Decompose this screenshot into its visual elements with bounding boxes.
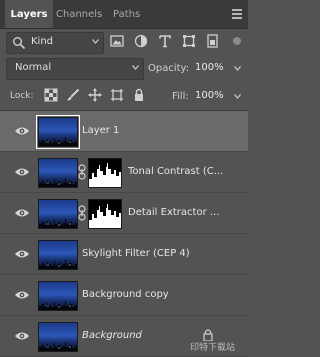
tab-channels[interactable]: Channels xyxy=(56,0,102,28)
lock-image-pixels-icon[interactable] xyxy=(66,88,80,102)
layer-thumbnail[interactable] xyxy=(38,199,78,229)
chevron-down-icon xyxy=(234,66,241,71)
visibility-eye-icon[interactable] xyxy=(14,125,30,137)
search-icon xyxy=(13,37,26,50)
lock-all-icon[interactable] xyxy=(132,88,146,102)
layer-thumbnail[interactable] xyxy=(38,322,78,352)
visibility-eye-icon[interactable] xyxy=(14,166,30,178)
layer-thumbnail[interactable] xyxy=(38,281,78,311)
chevron-down-icon xyxy=(92,39,99,44)
layer-name[interactable]: Background xyxy=(82,330,142,341)
layer-name[interactable]: Background copy xyxy=(82,289,169,300)
lock-artboard-icon[interactable] xyxy=(110,88,124,102)
filter-toggle-icon[interactable] xyxy=(230,34,244,48)
lock-transparent-pixels-icon[interactable] xyxy=(44,88,58,102)
chevron-down-icon xyxy=(132,65,139,70)
mask-link-icon[interactable] xyxy=(78,164,86,180)
opacity-label: Opacity: xyxy=(148,63,190,74)
layer-name[interactable]: Tonal Contrast (C... xyxy=(128,166,223,177)
watermark: 印特下载站 xyxy=(190,343,236,353)
panel-tab-bar: Layers Channels Paths xyxy=(0,0,248,29)
filter-kind-dropdown[interactable]: Kind xyxy=(6,32,104,54)
fill-value: 100% xyxy=(195,90,224,101)
adjustment-filter-icon[interactable] xyxy=(134,34,148,48)
fill-field[interactable]: 100% xyxy=(193,87,241,105)
layer-mask-thumbnail[interactable] xyxy=(88,158,122,188)
layer-row[interactable]: Detail Extractor ... xyxy=(0,193,248,234)
opacity-field[interactable]: 100% xyxy=(193,59,241,77)
lock-position-icon[interactable] xyxy=(88,88,102,102)
blend-mode-dropdown[interactable]: Normal xyxy=(6,58,144,80)
mask-link-icon[interactable] xyxy=(78,205,86,221)
opacity-value: 100% xyxy=(195,62,224,73)
chevron-down-icon xyxy=(234,94,241,99)
layers-panel: Layers Channels Paths Kind Normal Opacit… xyxy=(0,0,248,357)
shape-filter-icon[interactable] xyxy=(182,34,196,48)
visibility-eye-icon[interactable] xyxy=(14,289,30,301)
panel-menu-icon[interactable] xyxy=(232,8,242,19)
layer-thumbnail[interactable] xyxy=(36,115,80,149)
blend-mode-value: Normal xyxy=(15,62,52,73)
fill-label: Fill: xyxy=(172,91,189,102)
layer-thumbnail[interactable] xyxy=(38,158,78,188)
filter-type-icons xyxy=(108,32,244,52)
layer-name[interactable]: Layer 1 xyxy=(82,125,119,136)
layer-name[interactable]: Detail Extractor ... xyxy=(128,207,219,218)
layer-row[interactable]: Layer 1 xyxy=(0,111,248,152)
layer-name[interactable]: Skylight Filter (CEP 4) xyxy=(82,248,190,259)
layer-row[interactable]: Skylight Filter (CEP 4) xyxy=(0,234,248,275)
visibility-eye-icon[interactable] xyxy=(14,207,30,219)
visibility-eye-icon[interactable] xyxy=(14,248,30,260)
visibility-eye-icon[interactable] xyxy=(14,330,30,342)
filter-kind-label: Kind xyxy=(31,36,54,47)
layer-thumbnail[interactable] xyxy=(38,240,78,270)
pixel-filter-icon[interactable] xyxy=(110,34,124,48)
smart-object-filter-icon[interactable] xyxy=(206,34,220,48)
tab-paths[interactable]: Paths xyxy=(113,0,140,28)
layer-row[interactable]: Background copy xyxy=(0,275,248,316)
tab-layers[interactable]: Layers xyxy=(5,0,53,28)
layer-mask-thumbnail[interactable] xyxy=(88,199,122,229)
lock-label: Lock: xyxy=(10,91,34,101)
type-filter-icon[interactable] xyxy=(158,34,172,48)
layer-row[interactable]: Tonal Contrast (C... xyxy=(0,152,248,193)
